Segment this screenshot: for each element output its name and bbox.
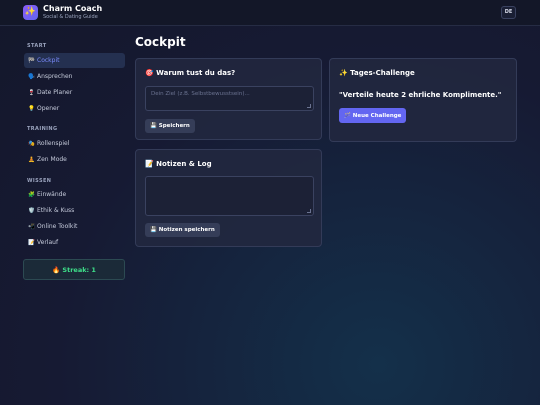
resize-grip-icon[interactable]: [307, 209, 311, 213]
sidebar-item-label: Ethik & Kuss: [37, 207, 75, 214]
light-bulb-icon: 💡: [28, 105, 35, 112]
challenge-card-title: ✨ Tages-Challenge: [339, 69, 415, 77]
shield-icon: 🛡️: [28, 207, 35, 214]
sidebar-item-label: Opener: [37, 105, 60, 112]
sidebar-item-label: Date Planer: [37, 89, 73, 96]
challenge-card: ✨ Tages-Challenge "Verteile heute 2 ehrl…: [329, 58, 517, 142]
new-challenge-button[interactable]: 🪄 Neue Challenge: [339, 108, 407, 123]
why-card: 🎯 Warum tust du das? Dein Ziel (z.B. Sel…: [135, 58, 322, 140]
sidebar-item-rollenspiel[interactable]: 🎭 Rollenspiel: [24, 136, 125, 151]
sidebar-item-label: Rollenspiel: [37, 140, 70, 147]
sidebar-item-label: Zen Mode: [37, 156, 67, 163]
sidebar-item-ansprechen[interactable]: 🗣️ Ansprechen: [24, 69, 125, 84]
puzzle-piece-icon: 🧩: [28, 191, 35, 198]
challenge-text: "Verteile heute 2 ehrliche Komplimente.": [339, 91, 502, 99]
top-bar: ✨ Charm Coach Social & Dating Guide DE: [0, 0, 540, 26]
sidebar-item-zen-mode[interactable]: 🧘 Zen Mode: [24, 152, 125, 167]
notes-card-title: 📝 Notizen & Log: [145, 160, 212, 168]
meditation-icon: 🧘: [28, 156, 35, 163]
save-goal-button[interactable]: 💾 Speichern: [145, 119, 195, 133]
sidebar-item-label: Online Toolkit: [37, 223, 78, 230]
wine-glass-icon: 🍷: [28, 89, 35, 96]
memo-icon: 📝: [28, 239, 35, 246]
sidebar-item-label: Einwände: [37, 191, 67, 198]
sidebar-section-start: START: [27, 43, 47, 49]
notes-card: 📝 Notizen & Log 💾 Notizen speichern: [135, 149, 322, 247]
mobile-phone-icon: 📲: [28, 223, 35, 230]
goal-textarea[interactable]: Dein Ziel (z.B. Selbstbewusstsein)...: [145, 86, 314, 111]
why-card-title: 🎯 Warum tust du das?: [145, 69, 236, 77]
speaking-head-icon: 🗣️: [28, 73, 35, 80]
resize-grip-icon[interactable]: [307, 104, 311, 108]
sparkles-logo-icon: ✨: [23, 5, 38, 20]
sidebar-item-einwaende[interactable]: 🧩 Einwände: [24, 187, 125, 202]
sidebar-item-opener[interactable]: 💡 Opener: [24, 101, 125, 116]
notes-textarea[interactable]: [145, 176, 314, 216]
language-toggle-button[interactable]: DE: [501, 6, 516, 19]
checkered-flag-icon: 🏁: [28, 57, 35, 64]
sidebar-item-verlauf[interactable]: 📝 Verlauf: [24, 235, 125, 250]
app-title: Charm Coach: [43, 4, 103, 13]
sidebar-item-date-planer[interactable]: 🍷 Date Planer: [24, 85, 125, 100]
sidebar-item-label: Ansprechen: [37, 73, 73, 80]
sidebar-item-ethik-kuss[interactable]: 🛡️ Ethik & Kuss: [24, 203, 125, 218]
sidebar-item-label: Cockpit: [37, 57, 60, 64]
save-notes-button[interactable]: 💾 Notizen speichern: [145, 223, 220, 237]
sidebar-item-online-toolkit[interactable]: 📲 Online Toolkit: [24, 219, 125, 234]
sidebar-section-training: TRAINING: [27, 126, 58, 132]
sidebar-item-cockpit[interactable]: 🏁 Cockpit: [24, 53, 125, 68]
sidebar-item-label: Verlauf: [37, 239, 59, 246]
theater-masks-icon: 🎭: [28, 140, 35, 147]
sidebar-section-wissen: WISSEN: [27, 178, 52, 184]
streak-badge: 🔥 Streak: 1: [23, 259, 125, 280]
page-title: Cockpit: [135, 35, 186, 49]
app-subtitle: Social & Dating Guide: [43, 14, 98, 20]
